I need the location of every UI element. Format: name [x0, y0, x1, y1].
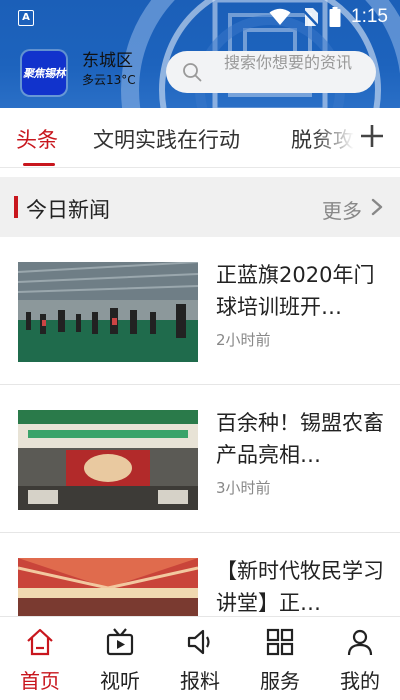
weather-label: 多云13°C	[82, 73, 136, 87]
status-bar: A 1:15	[0, 0, 400, 36]
news-title: 正蓝旗2020年门球培训班开…	[216, 263, 375, 319]
app-logo[interactable]: 聚焦锡林	[22, 51, 66, 95]
section-accent-bar	[14, 196, 18, 218]
nav-label: 首页	[20, 669, 60, 693]
app-header: A 1:15 聚焦锡林 东城区 多云13°C 搜索你想要的资讯	[0, 0, 400, 108]
nav-report[interactable]: 报料	[160, 617, 240, 700]
district-label: 东城区	[82, 51, 133, 71]
home-icon	[27, 628, 53, 656]
active-tab-indicator	[23, 163, 55, 166]
chevron-right-icon[interactable]	[370, 198, 384, 216]
video-icon	[106, 628, 134, 656]
nav-profile[interactable]: 我的	[320, 617, 400, 700]
no-sim-icon	[301, 8, 319, 27]
location-weather[interactable]: 东城区 多云13°C	[82, 50, 136, 88]
tab-fade-overlay	[314, 108, 364, 166]
news-time: 3小时前	[216, 479, 271, 497]
clock: 1:15	[351, 6, 388, 27]
grid-icon	[266, 628, 294, 656]
nav-label: 我的	[340, 669, 380, 693]
news-title: 百余种！锡盟农畜产品亮相…	[216, 411, 384, 467]
bottom-navigation: 首页 视听 报料 服务 我的	[0, 616, 400, 700]
app-notification-icon: A	[18, 10, 34, 26]
section-title: 今日新闻	[26, 198, 110, 222]
nav-label: 视听	[100, 669, 140, 693]
news-item[interactable]: 正蓝旗2020年门球培训班开… 2小时前	[0, 237, 400, 385]
nav-label: 报料	[180, 669, 220, 693]
plus-icon[interactable]	[358, 122, 386, 150]
nav-media[interactable]: 视听	[80, 617, 160, 700]
more-link[interactable]: 更多	[322, 195, 362, 224]
nav-services[interactable]: 服务	[240, 617, 320, 700]
person-icon	[347, 629, 373, 656]
today-news-header: 今日新闻 更多	[0, 177, 400, 237]
battery-icon	[329, 7, 341, 27]
search-icon	[183, 63, 202, 82]
nav-home[interactable]: 首页	[0, 617, 80, 700]
logo-text: 聚焦锡林	[23, 67, 66, 80]
news-thumbnail	[18, 410, 198, 510]
tab-civilization-practice[interactable]: 文明实践在行动	[93, 124, 240, 154]
search-bar[interactable]: 搜索你想要的资讯	[166, 51, 376, 93]
tab-headlines[interactable]: 头条	[16, 124, 58, 154]
news-time: 2小时前	[216, 331, 271, 349]
nav-label: 服务	[260, 669, 300, 693]
search-placeholder: 搜索你想要的资讯	[224, 53, 353, 72]
category-tabs: 头条 文明实践在行动 脱贫攻坚	[0, 108, 400, 168]
megaphone-icon	[187, 629, 210, 655]
news-thumbnail	[18, 262, 198, 362]
wifi-icon	[269, 8, 291, 25]
news-title: 【新时代牧民学习讲堂】正…	[216, 559, 384, 615]
news-item[interactable]: 百余种！锡盟农畜产品亮相… 3小时前	[0, 385, 400, 533]
